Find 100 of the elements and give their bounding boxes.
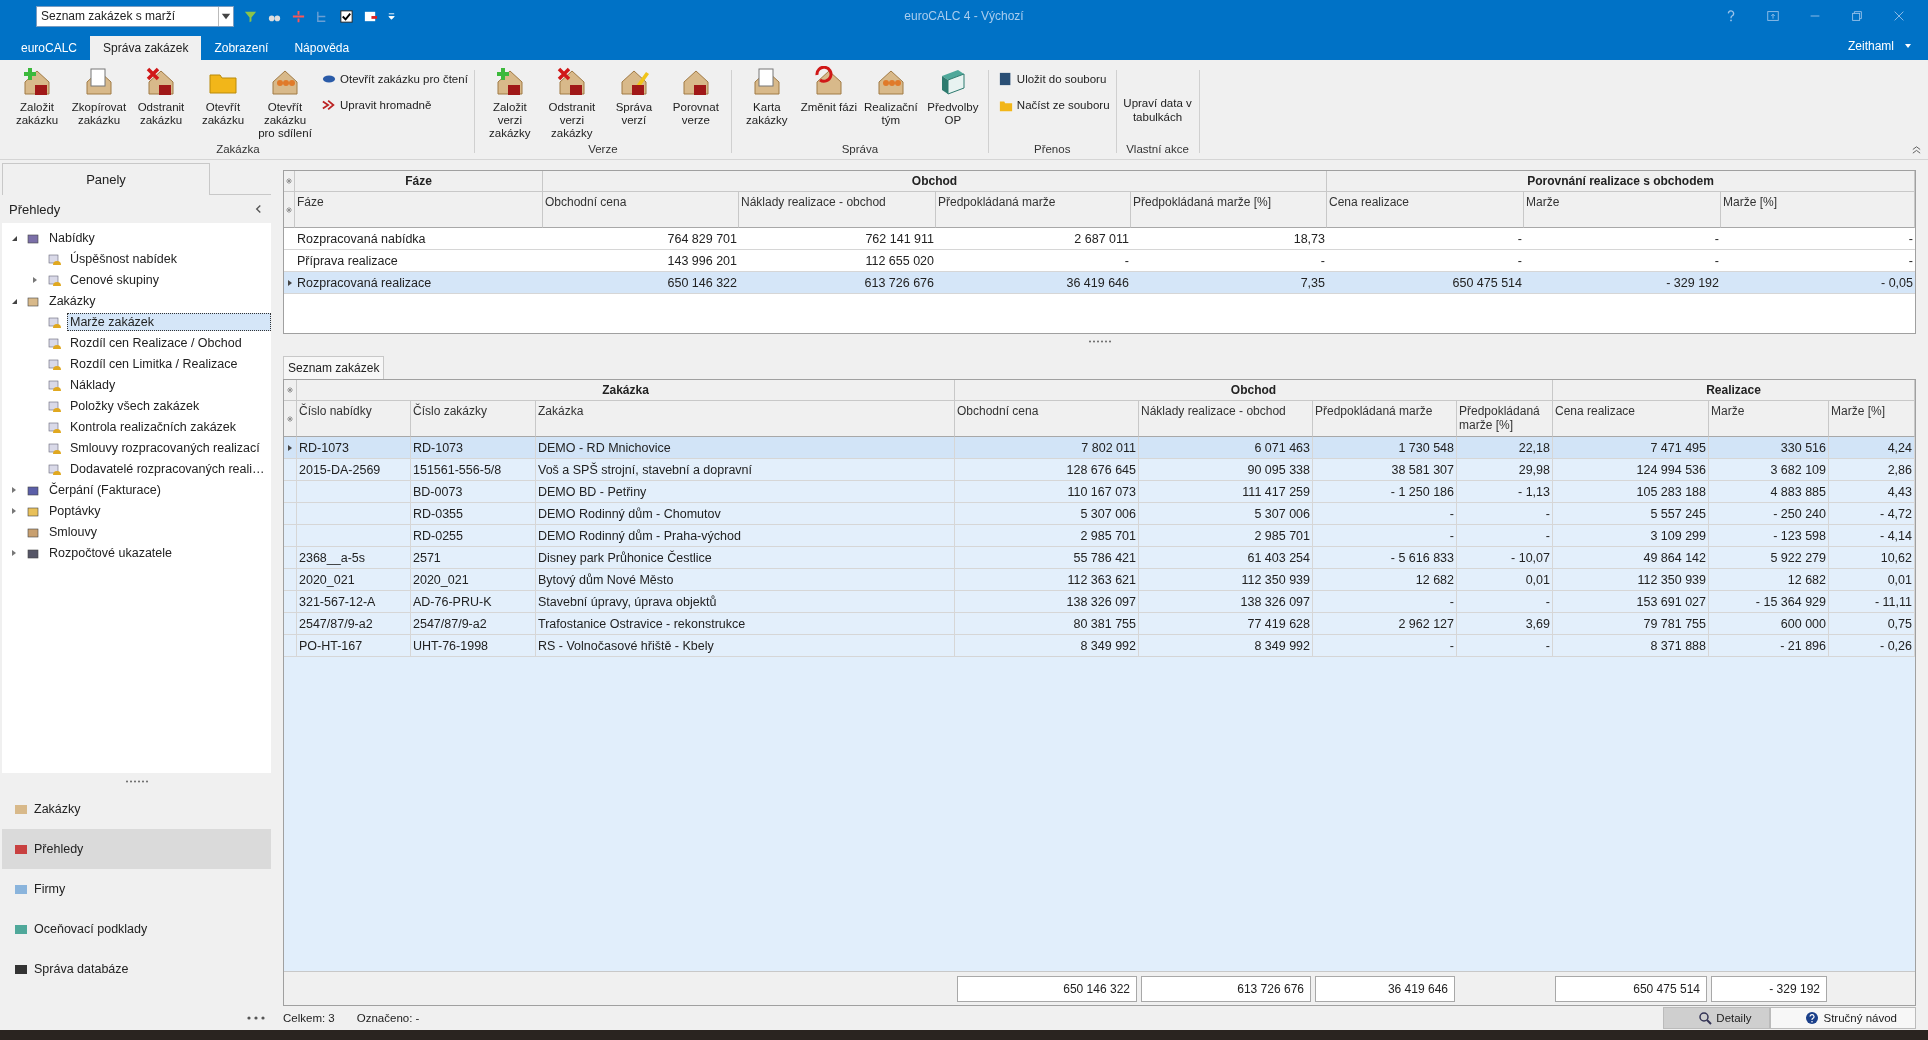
expand-arrow-icon[interactable] (10, 506, 18, 515)
ribbon-button[interactable]: Správa verzí (604, 66, 663, 127)
ribbon-button[interactable]: Založit zakázku (8, 66, 66, 127)
column-header[interactable]: Marže (1524, 192, 1721, 228)
column-header[interactable]: Cena realizace (1327, 192, 1524, 228)
splitter-grip-icon[interactable] (124, 779, 149, 783)
ribbon-tab[interactable]: Správa zakázek (90, 36, 202, 60)
tree-item[interactable]: Položky všech zakázek (67, 396, 203, 415)
checkbox-icon[interactable] (339, 8, 354, 24)
maximize-icon[interactable] (1850, 9, 1864, 23)
table-cell: 2547/87/9-a2 (411, 613, 536, 635)
status-text: Označeno: - (356, 1012, 420, 1024)
tree-item[interactable]: Cenové skupiny (67, 270, 162, 289)
ribbon-button[interactable]: Uložit do souboru (998, 72, 1110, 86)
tree-item[interactable]: Dodavatelé rozpracovaných reali… (67, 459, 268, 478)
document-select[interactable]: Seznam zakázek s marží (36, 5, 234, 27)
table-cell: 61 403 254 (1139, 547, 1313, 569)
row-header[interactable] (284, 272, 295, 294)
tree-item[interactable]: Smlouvy rozpracovaných realizací (67, 438, 263, 457)
status-button[interactable]: Detaily (1663, 1007, 1771, 1029)
table-cell: - 123 598 (1709, 525, 1829, 547)
collapse-ribbon-icon[interactable] (1911, 144, 1922, 155)
column-header[interactable]: Číslo nabídky (297, 401, 411, 437)
expand-arrow-icon[interactable] (31, 275, 39, 284)
ribbon-tab[interactable]: euroCALC (8, 36, 91, 60)
nav-item[interactable]: Oceňovací podklady (2, 909, 271, 949)
more-icon[interactable] (247, 1016, 265, 1020)
column-header[interactable]: Číslo zakázky (411, 401, 536, 437)
column-header[interactable]: Předpokládaná marže [%] (1131, 192, 1327, 228)
panel-tab[interactable]: Panely (2, 163, 210, 195)
tree-item[interactable]: Kontrola realizačních zakázek (67, 417, 240, 436)
column-header[interactable]: Marže [%] (1829, 401, 1915, 437)
ribbon-tab[interactable]: Zobrazení (201, 36, 282, 60)
tree-item[interactable]: Náklady (67, 375, 119, 394)
column-header[interactable]: Cena realizace (1553, 401, 1709, 437)
table-cell: - (1313, 503, 1457, 525)
table-cell: Bytový dům Nové Město (536, 569, 955, 591)
table-cell: 5 557 245 (1553, 503, 1709, 525)
row-header[interactable] (284, 437, 297, 459)
column-header[interactable]: Náklady realizace - obchod (739, 192, 936, 228)
tree-item[interactable]: Nabídky (46, 228, 98, 247)
column-header[interactable]: Obchodní cena (955, 401, 1139, 437)
table-cell: 7,35 (1131, 272, 1327, 294)
ribbon-button[interactable]: Otevřít zakázku pro sdílení (256, 66, 314, 140)
ribbon-button[interactable]: Otevřít zakázku pro čtení (322, 72, 468, 86)
ribbon-button[interactable]: Upraví data v tabulkách (1122, 66, 1193, 124)
ribbon-tab[interactable]: Nápověda (281, 36, 363, 60)
column-header[interactable]: Předpokládaná marže [%] (1457, 401, 1553, 437)
table-cell: RD-0355 (411, 503, 536, 525)
ribbon-button[interactable]: Odstranit zakázku (132, 66, 190, 127)
ribbon-button[interactable]: Upravit hromadně (322, 98, 468, 112)
table-cell: - 10,07 (1457, 547, 1553, 569)
report-icon (47, 419, 61, 434)
list-tab[interactable]: Seznam zakázek (283, 356, 385, 379)
column-header[interactable]: Předpokládaná marže (936, 192, 1131, 228)
ribbon-button[interactable]: Změnit fázi (799, 66, 858, 114)
column-header[interactable]: Marže (1709, 401, 1829, 437)
ribbon-button[interactable]: Zkopírovat zakázku (70, 66, 128, 127)
window-restore-panel-icon[interactable] (1766, 9, 1780, 23)
tree-item[interactable]: Rozdíl cen Limitka / Realizace (67, 354, 241, 373)
column-header[interactable]: Marže [%] (1721, 192, 1915, 228)
nav-item[interactable]: Přehledy (2, 829, 271, 869)
nav-item[interactable]: Správa databáze (2, 949, 271, 989)
collapse-panel-icon[interactable] (254, 204, 263, 214)
tree-item[interactable]: Poptávky (46, 501, 104, 520)
dropdown-arrow-icon[interactable] (218, 6, 233, 26)
customize-icon[interactable] (387, 11, 396, 21)
column-header[interactable]: Náklady realizace - obchod (1139, 401, 1313, 437)
tree-item[interactable]: Rozpočtové ukazatele (46, 543, 175, 562)
table-cell: 0,75 (1829, 613, 1915, 635)
expand-arrow-icon[interactable] (10, 548, 18, 557)
ribbon-button[interactable]: Odstranit verzi zakázky (542, 66, 601, 140)
tree-item[interactable]: Čerpání (Fakturace) (46, 480, 164, 499)
status-button[interactable]: Stručný návod (1770, 1007, 1916, 1029)
splitter-grip-icon[interactable] (1087, 339, 1112, 343)
caret-icon[interactable] (1904, 42, 1912, 50)
ribbon-button[interactable]: Předvolby OP (923, 66, 982, 127)
column-header[interactable]: Zakázka (536, 401, 955, 437)
tree-item[interactable]: Zakázky (46, 291, 99, 310)
tree-item[interactable]: Rozdíl cen Realizace / Obchod (67, 333, 245, 352)
column-header[interactable]: Předpokládaná marže (1313, 401, 1457, 437)
nav-item[interactable]: Zakázky (2, 789, 271, 829)
user-menu[interactable]: Zeithaml (1848, 39, 1894, 53)
ribbon-button[interactable]: Načíst ze souboru (998, 98, 1110, 112)
ribbon-button[interactable]: Otevřít zakázku (194, 66, 252, 127)
ribbon-button[interactable]: Karta zakázky (737, 66, 796, 127)
tree-item[interactable]: Úspěšnost nabídek (67, 249, 180, 268)
column-header[interactable]: Fáze (295, 192, 543, 228)
nav-item[interactable]: Firmy (2, 869, 271, 909)
close-icon[interactable] (1892, 9, 1906, 23)
ribbon-button[interactable]: Porovnat verze (666, 66, 725, 127)
column-header[interactable]: Obchodní cena (543, 192, 739, 228)
report-icon (47, 356, 61, 371)
tree-item[interactable]: Smlouvy (46, 522, 100, 541)
table-cell: - 0,26 (1829, 635, 1915, 657)
expand-arrow-icon[interactable] (10, 485, 18, 494)
tree-item[interactable]: Marže zakázek (67, 312, 271, 331)
report-icon (47, 440, 61, 455)
ribbon-button[interactable]: Založit verzi zakázky (480, 66, 539, 140)
ribbon-button[interactable]: Realizační tým (861, 66, 920, 127)
